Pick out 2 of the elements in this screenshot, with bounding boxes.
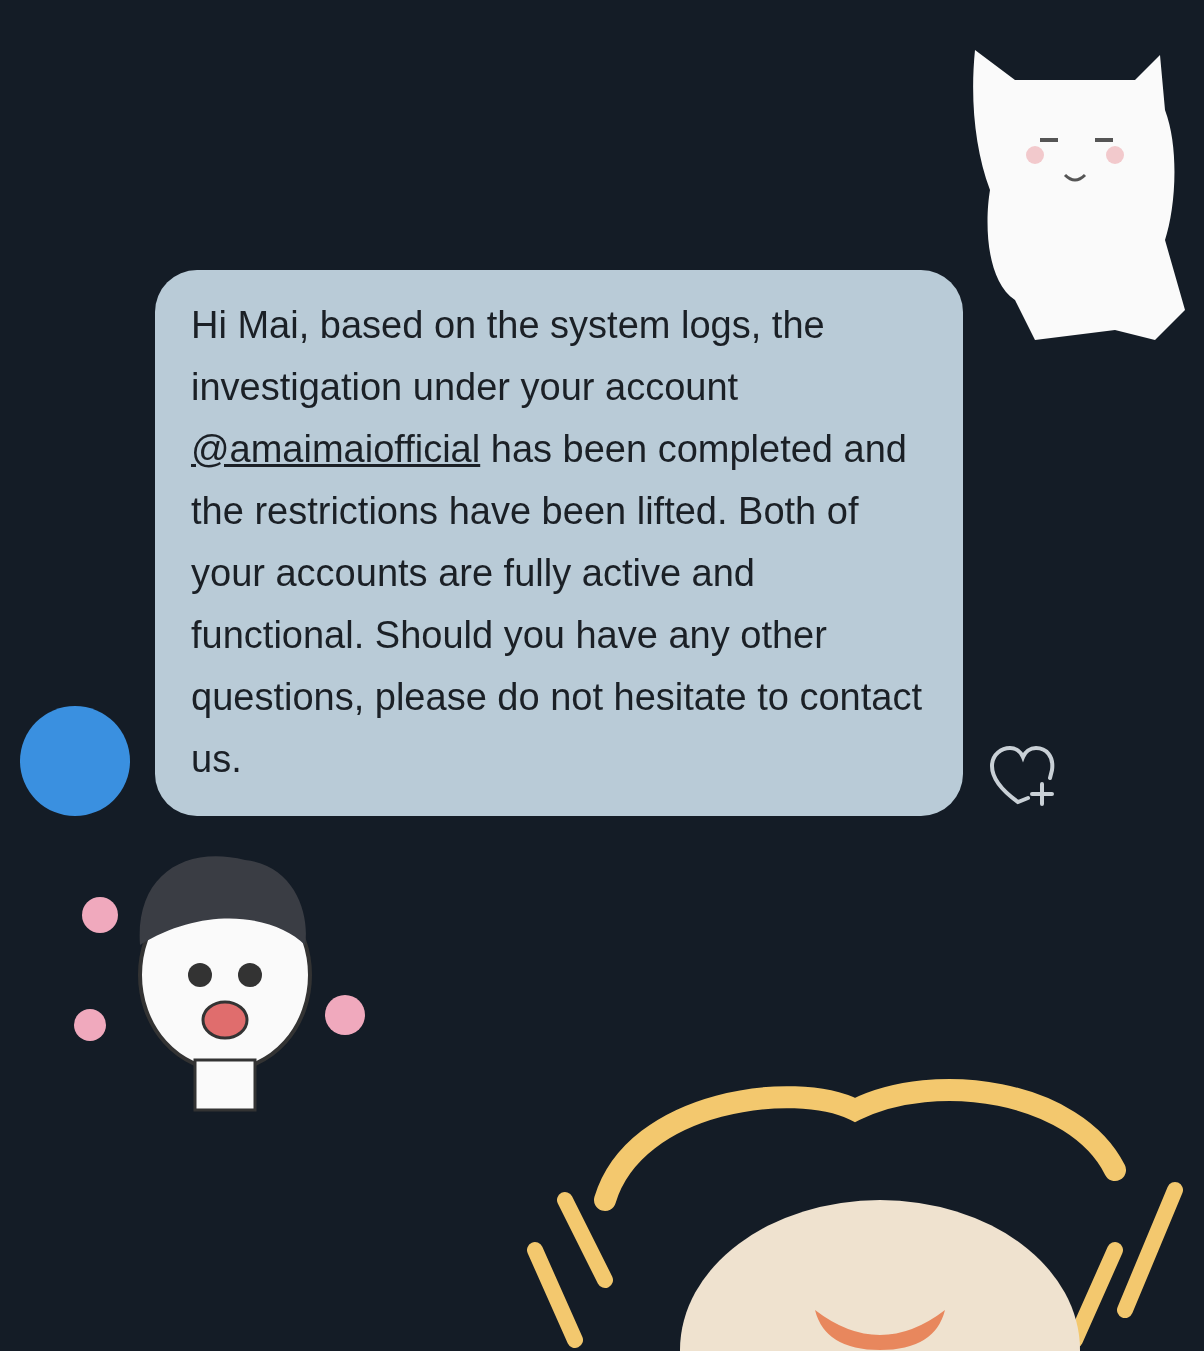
message-text: Hi Mai, based on the system logs, the investigation under your account @amaimaiofficial has been completed and the restrictions have been lifted. Both of your accounts are fully active and functional. Should you have any other questions, please do not hesitate to contact us. <box>191 303 923 782</box>
mention-link[interactable]: @amaimaiofficial <box>191 428 481 470</box>
